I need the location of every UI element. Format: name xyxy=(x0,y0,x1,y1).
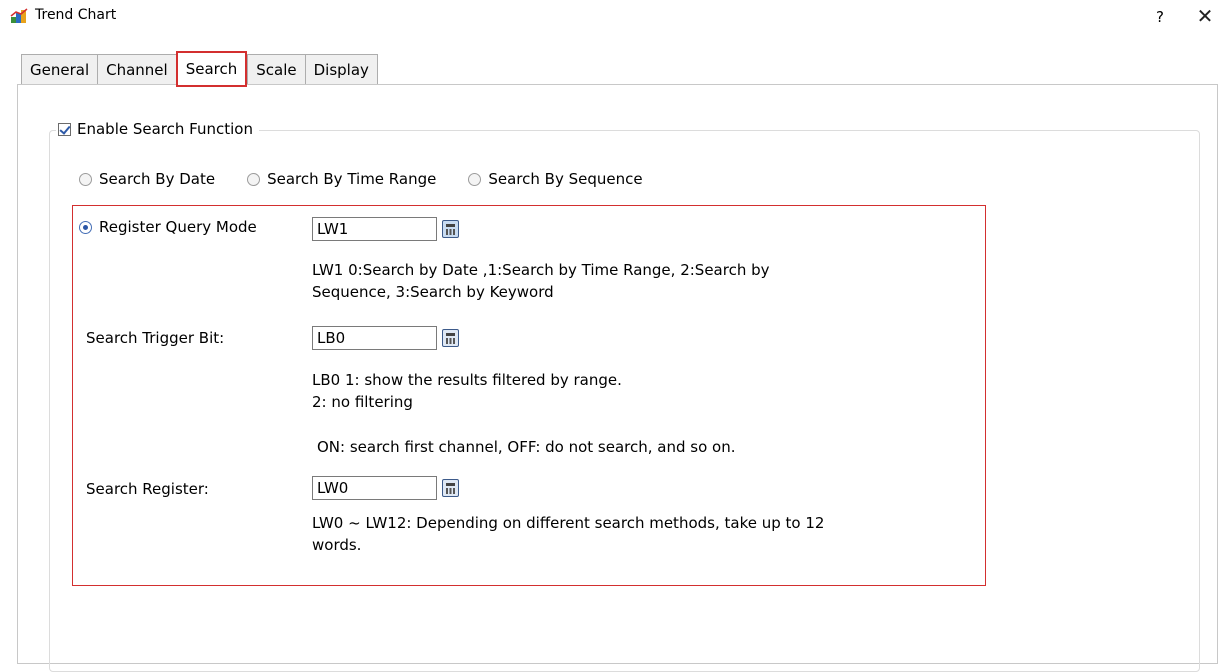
desc-line: words. xyxy=(312,536,362,554)
tab-scale[interactable]: Scale xyxy=(247,54,305,85)
radio-search-by-sequence[interactable]: Search By Sequence xyxy=(468,170,643,188)
app-icon xyxy=(10,8,28,23)
tab-general[interactable]: General xyxy=(21,54,98,85)
keypad-icon[interactable] xyxy=(442,220,459,238)
radio-button[interactable] xyxy=(79,220,92,234)
keypad-icon[interactable] xyxy=(442,479,459,497)
register-query-desc: LW1 0:Search by Date ,1:Search by Time R… xyxy=(312,259,770,303)
search-trigger-bit-input[interactable]: LB0 xyxy=(312,326,437,350)
search-register-label: Search Register: xyxy=(86,480,209,498)
enable-search-checkbox-row[interactable]: Enable Search Function xyxy=(56,118,259,140)
close-button[interactable]: ✕ xyxy=(1192,3,1218,29)
trigger-bit-note: ON: search first channel, OFF: do not se… xyxy=(317,438,736,456)
tab-display[interactable]: Display xyxy=(304,54,378,85)
radio-register-query-mode[interactable]: Register Query Mode xyxy=(79,218,257,236)
desc-line: Sequence, 3:Search by Keyword xyxy=(312,283,554,301)
trigger-bit-desc: LB0 1: show the results filtered by rang… xyxy=(312,369,622,413)
radio-search-by-time-range[interactable]: Search By Time Range xyxy=(247,170,436,188)
enable-search-checkbox[interactable] xyxy=(58,122,71,136)
tab-channel[interactable]: Channel xyxy=(97,54,176,85)
desc-line: 2: no filtering xyxy=(312,393,413,411)
search-mode-radio-group: Search By Date Search By Time Range Sear… xyxy=(79,170,675,188)
radio-button[interactable] xyxy=(79,172,92,186)
radio-label: Search By Sequence xyxy=(488,170,643,188)
title-bar: Trend Chart ? ✕ xyxy=(0,0,1231,34)
radio-label: Search By Time Range xyxy=(267,170,437,188)
window-title: Trend Chart xyxy=(35,7,117,23)
tab-search[interactable]: Search xyxy=(175,51,248,87)
search-trigger-bit-label: Search Trigger Bit: xyxy=(86,329,225,347)
help-button[interactable]: ? xyxy=(1148,4,1172,30)
enable-search-label: Enable Search Function xyxy=(77,120,253,138)
desc-line: LB0 1: show the results filtered by rang… xyxy=(312,371,622,389)
register-query-mode-input[interactable]: LW1 xyxy=(312,217,437,241)
radio-button[interactable] xyxy=(247,172,261,186)
radio-label: Search By Date xyxy=(99,170,216,188)
keypad-icon[interactable] xyxy=(442,329,459,347)
search-register-input[interactable]: LW0 xyxy=(312,476,437,500)
search-register-desc: LW0 ~ LW12: Depending on different searc… xyxy=(312,512,824,556)
radio-button[interactable] xyxy=(468,172,482,186)
radio-search-by-date[interactable]: Search By Date xyxy=(79,170,215,188)
desc-line: LW1 0:Search by Date ,1:Search by Time R… xyxy=(312,261,770,279)
desc-line: LW0 ~ LW12: Depending on different searc… xyxy=(312,514,825,532)
tab-bar: General Channel Search Scale Display xyxy=(21,51,378,87)
register-query-mode-label: Register Query Mode xyxy=(99,218,257,236)
